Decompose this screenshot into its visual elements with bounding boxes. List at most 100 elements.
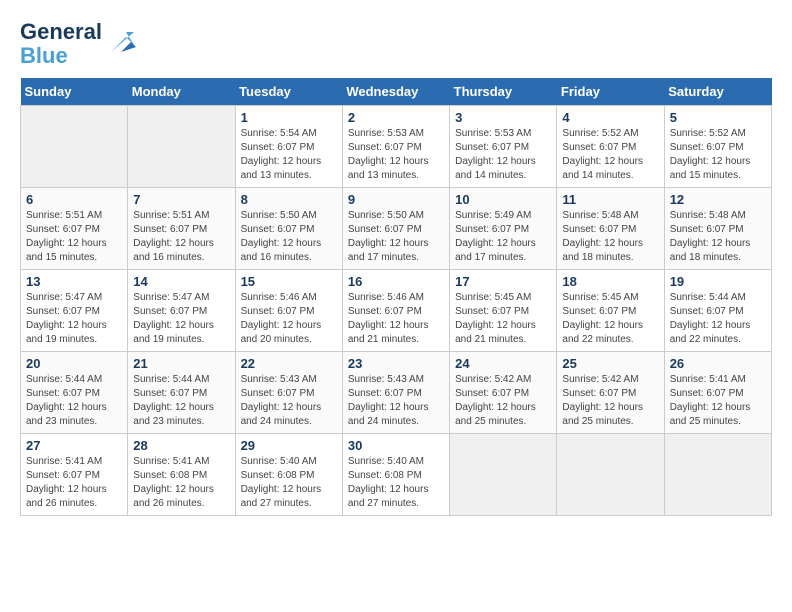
day-info: Sunrise: 5:42 AM Sunset: 6:07 PM Dayligh… xyxy=(455,373,551,429)
day-info: Sunrise: 5:47 AM Sunset: 6:07 PM Dayligh… xyxy=(26,291,122,347)
day-number: 11 xyxy=(562,192,658,207)
calendar-table: SundayMondayTuesdayWednesdayThursdayFrid… xyxy=(20,78,772,516)
day-number: 20 xyxy=(26,356,122,371)
calendar-cell: 9 Sunrise: 5:50 AM Sunset: 6:07 PM Daylig… xyxy=(342,188,449,270)
day-info: Sunrise: 5:53 AM Sunset: 6:07 PM Dayligh… xyxy=(455,127,551,183)
calendar-cell xyxy=(21,106,128,188)
calendar-cell: 19 Sunrise: 5:44 AM Sunset: 6:07 PM Dayli… xyxy=(664,270,771,352)
day-number: 3 xyxy=(455,110,551,125)
calendar-cell: 5 Sunrise: 5:52 AM Sunset: 6:07 PM Daylig… xyxy=(664,106,771,188)
column-header-friday: Friday xyxy=(557,78,664,106)
calendar-cell: 11 Sunrise: 5:48 AM Sunset: 6:07 PM Dayli… xyxy=(557,188,664,270)
day-number: 13 xyxy=(26,274,122,289)
day-info: Sunrise: 5:41 AM Sunset: 6:07 PM Dayligh… xyxy=(670,373,766,429)
calendar-cell xyxy=(557,434,664,516)
logo-icon xyxy=(106,27,136,57)
calendar-cell: 6Sunrise: 5:51 AM Sunset: 6:07 PM Daylig… xyxy=(21,188,128,270)
day-info: Sunrise: 5:42 AM Sunset: 6:07 PM Dayligh… xyxy=(562,373,658,429)
calendar-cell xyxy=(664,434,771,516)
day-info: Sunrise: 5:43 AM Sunset: 6:07 PM Dayligh… xyxy=(348,373,444,429)
week-row-1: 1Sunrise: 5:54 AM Sunset: 6:07 PM Daylig… xyxy=(21,106,772,188)
column-header-saturday: Saturday xyxy=(664,78,771,106)
day-number: 4 xyxy=(562,110,658,125)
calendar-cell: 20Sunrise: 5:44 AM Sunset: 6:07 PM Dayli… xyxy=(21,352,128,434)
calendar-cell: 17 Sunrise: 5:45 AM Sunset: 6:07 PM Dayli… xyxy=(450,270,557,352)
calendar-cell: 26Sunrise: 5:41 AM Sunset: 6:07 PM Dayli… xyxy=(664,352,771,434)
calendar-cell: 13 Sunrise: 5:47 AM Sunset: 6:07 PM Dayli… xyxy=(21,270,128,352)
day-info: Sunrise: 5:50 AM Sunset: 6:07 PM Dayligh… xyxy=(348,209,444,265)
day-number: 14 xyxy=(133,274,229,289)
column-header-wednesday: Wednesday xyxy=(342,78,449,106)
day-info: Sunrise: 5:47 AM Sunset: 6:07 PM Dayligh… xyxy=(133,291,229,347)
day-info: Sunrise: 5:46 AM Sunset: 6:07 PM Dayligh… xyxy=(348,291,444,347)
day-info: Sunrise: 5:46 AM Sunset: 6:07 PM Dayligh… xyxy=(241,291,337,347)
day-info: Sunrise: 5:44 AM Sunset: 6:07 PM Dayligh… xyxy=(670,291,766,347)
day-info: Sunrise: 5:48 AM Sunset: 6:07 PM Dayligh… xyxy=(670,209,766,265)
week-row-2: 6 Sunrise: 5:51 AM Sunset: 6:07 PM Daylig… xyxy=(21,188,772,270)
day-info: Sunrise: 5:40 AM Sunset: 6:08 PM Dayligh… xyxy=(241,455,337,511)
week-row-4: 20 Sunrise: 5:44 AM Sunset: 6:07 PM Dayli… xyxy=(21,352,772,434)
day-number: 25 xyxy=(562,356,658,371)
calendar-cell: 22Sunrise: 5:43 AM Sunset: 6:07 PM Dayli… xyxy=(235,352,342,434)
calendar-cell: 4Sunrise: 5:52 AM Sunset: 6:07 PM Daylig… xyxy=(557,106,664,188)
day-info: Sunrise: 5:52 AM Sunset: 6:07 PM Dayligh… xyxy=(670,127,766,183)
calendar-cell: 7 Sunrise: 5:51 AM Sunset: 6:07 PM Daylig… xyxy=(128,188,235,270)
day-number: 21 xyxy=(133,356,229,371)
week-row-3: 13 Sunrise: 5:47 AM Sunset: 6:07 PM Dayli… xyxy=(21,270,772,352)
column-header-sunday: Sunday xyxy=(21,78,128,106)
day-number: 10 xyxy=(455,192,551,207)
day-number: 7 xyxy=(133,192,229,207)
day-number: 15 xyxy=(241,274,337,289)
day-number: 19 xyxy=(670,274,766,289)
day-info: Sunrise: 5:45 AM Sunset: 6:07 PM Dayligh… xyxy=(562,291,658,347)
logo-text: GeneralBlue xyxy=(20,20,102,68)
calendar-cell: 27Sunrise: 5:41 AM Sunset: 6:07 PM Dayli… xyxy=(21,434,128,516)
column-header-tuesday: Tuesday xyxy=(235,78,342,106)
column-header-thursday: Thursday xyxy=(450,78,557,106)
calendar-cell: 23Sunrise: 5:43 AM Sunset: 6:07 PM Dayli… xyxy=(342,352,449,434)
calendar-cell: 14 Sunrise: 5:47 AM Sunset: 6:07 PM Dayli… xyxy=(128,270,235,352)
day-info: Sunrise: 5:41 AM Sunset: 6:08 PM Dayligh… xyxy=(133,455,229,511)
day-info: Sunrise: 5:41 AM Sunset: 6:07 PM Dayligh… xyxy=(26,455,122,511)
calendar-cell: 2 Sunrise: 5:53 AM Sunset: 6:07 PM Daylig… xyxy=(342,106,449,188)
day-number: 22 xyxy=(241,356,337,371)
day-number: 2 xyxy=(348,110,444,125)
calendar-cell: 16 Sunrise: 5:46 AM Sunset: 6:07 PM Dayli… xyxy=(342,270,449,352)
day-info: Sunrise: 5:45 AM Sunset: 6:07 PM Dayligh… xyxy=(455,291,551,347)
day-info: Sunrise: 5:40 AM Sunset: 6:08 PM Dayligh… xyxy=(348,455,444,511)
calendar-cell: 12 Sunrise: 5:48 AM Sunset: 6:07 PM Dayli… xyxy=(664,188,771,270)
week-row-5: 27Sunrise: 5:41 AM Sunset: 6:07 PM Dayli… xyxy=(21,434,772,516)
calendar-cell: 18 Sunrise: 5:45 AM Sunset: 6:07 PM Dayli… xyxy=(557,270,664,352)
calendar-cell: 15 Sunrise: 5:46 AM Sunset: 6:07 PM Dayli… xyxy=(235,270,342,352)
calendar-cell: 21 Sunrise: 5:44 AM Sunset: 6:07 PM Dayli… xyxy=(128,352,235,434)
day-info: Sunrise: 5:49 AM Sunset: 6:07 PM Dayligh… xyxy=(455,209,551,265)
calendar-cell: 3 Sunrise: 5:53 AM Sunset: 6:07 PM Daylig… xyxy=(450,106,557,188)
day-number: 17 xyxy=(455,274,551,289)
day-number: 29 xyxy=(241,438,337,453)
day-number: 30 xyxy=(348,438,444,453)
calendar-cell: 28 Sunrise: 5:41 AM Sunset: 6:08 PM Dayli… xyxy=(128,434,235,516)
day-number: 9 xyxy=(348,192,444,207)
day-number: 5 xyxy=(670,110,766,125)
column-header-monday: Monday xyxy=(128,78,235,106)
day-info: Sunrise: 5:54 AM Sunset: 6:07 PM Dayligh… xyxy=(241,127,337,183)
day-info: Sunrise: 5:51 AM Sunset: 6:07 PM Dayligh… xyxy=(133,209,229,265)
logo: GeneralBlue xyxy=(20,20,136,68)
calendar-cell: 25 Sunrise: 5:42 AM Sunset: 6:07 PM Dayli… xyxy=(557,352,664,434)
day-number: 16 xyxy=(348,274,444,289)
header-row: SundayMondayTuesdayWednesdayThursdayFrid… xyxy=(21,78,772,106)
day-number: 24 xyxy=(455,356,551,371)
day-info: Sunrise: 5:44 AM Sunset: 6:07 PM Dayligh… xyxy=(133,373,229,429)
day-number: 6 xyxy=(26,192,122,207)
day-number: 12 xyxy=(670,192,766,207)
calendar-cell: 8Sunrise: 5:50 AM Sunset: 6:07 PM Daylig… xyxy=(235,188,342,270)
calendar-cell xyxy=(128,106,235,188)
day-info: Sunrise: 5:48 AM Sunset: 6:07 PM Dayligh… xyxy=(562,209,658,265)
day-number: 18 xyxy=(562,274,658,289)
calendar-cell: 10 Sunrise: 5:49 AM Sunset: 6:07 PM Dayli… xyxy=(450,188,557,270)
day-info: Sunrise: 5:53 AM Sunset: 6:07 PM Dayligh… xyxy=(348,127,444,183)
calendar-cell: 29 Sunrise: 5:40 AM Sunset: 6:08 PM Dayli… xyxy=(235,434,342,516)
day-info: Sunrise: 5:50 AM Sunset: 6:07 PM Dayligh… xyxy=(241,209,337,265)
day-number: 28 xyxy=(133,438,229,453)
page-header: GeneralBlue xyxy=(20,20,772,68)
